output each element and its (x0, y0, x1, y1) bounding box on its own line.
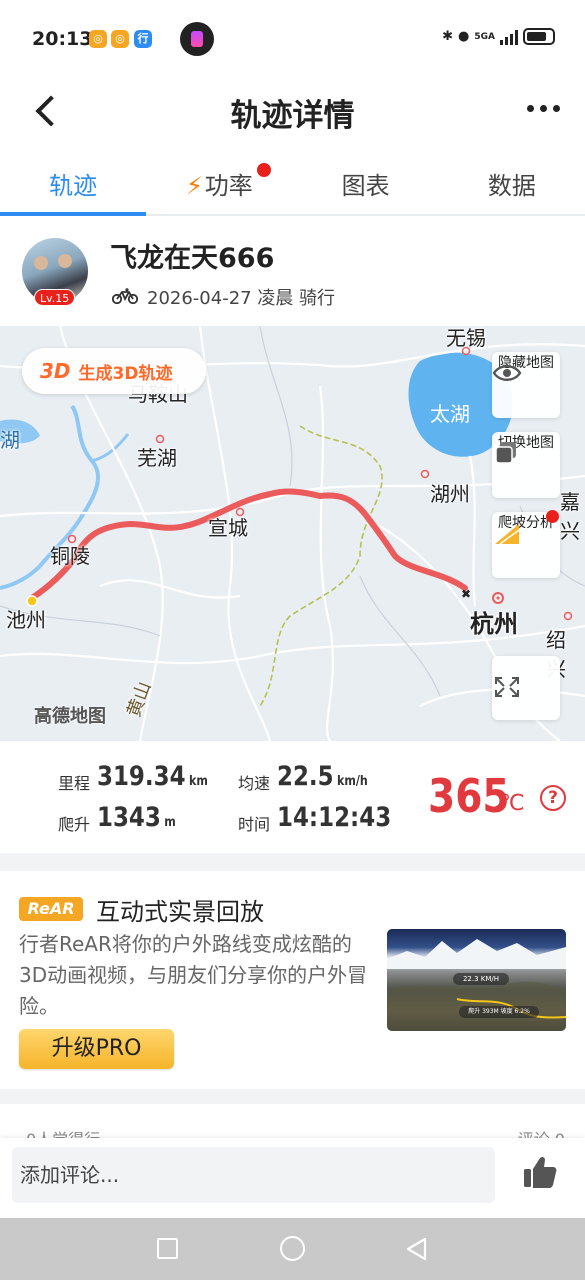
back-nav-button[interactable] (404, 1236, 430, 1262)
notification-dot (256, 163, 271, 177)
comment-bar: 添加评论... (0, 1138, 585, 1218)
status-time: 20:13 (32, 28, 93, 50)
map-label-xuancheng: 宣城 (208, 516, 248, 540)
level-badge: Lv.15 (34, 289, 76, 306)
map-label-tongling: 铜陵 (50, 544, 90, 568)
map-label-taihu: 太湖 (430, 402, 470, 426)
battery-icon (523, 28, 555, 45)
tab-label: 轨迹 (49, 172, 98, 200)
like-icon[interactable] (522, 1154, 558, 1190)
more-options-button[interactable] (523, 96, 563, 120)
avg-speed-label: 均速 (238, 774, 271, 793)
status-icons: ✱ ● 5GA (442, 28, 555, 45)
notification-dot (546, 510, 559, 523)
divider (0, 853, 585, 871)
top-app-bar: 轨迹详情 (0, 78, 585, 144)
notification-app-icon: 行 (134, 30, 152, 48)
climb-value: 1343 m (97, 802, 176, 833)
rear-preview-image[interactable]: 22.3 KM/H 爬升 393M 坡度 6.2% (387, 929, 566, 1031)
rear-title: 互动式实景回放 (96, 898, 264, 926)
time-label: 时间 (238, 815, 271, 834)
eye-icon (492, 365, 522, 381)
hide-map-button[interactable]: 隐藏地图 (492, 352, 560, 418)
tab-bar: 轨迹 ⚡功率 图表 数据 (0, 160, 585, 216)
location-icon: ● (458, 29, 470, 44)
help-icon[interactable]: ? (540, 785, 566, 811)
rear-description: 行者ReAR将你的户外路线变成炫酷的3D动画视频，与朋友们分享你的户外冒险。 (19, 932, 368, 1018)
user-name[interactable]: 飞龙在天666 (110, 236, 274, 275)
comment-input[interactable]: 添加评论... (12, 1147, 495, 1203)
home-button[interactable] (280, 1236, 305, 1261)
map-label-huzhou: 湖州 (430, 482, 470, 506)
generate-3d-track-button[interactable]: 3D 生成3D轨迹 (22, 348, 206, 394)
tab-data[interactable]: 数据 (439, 160, 585, 214)
network-type: 5GA (474, 31, 495, 42)
status-bar: 20:13 ◎ ◎ 行 ✱ ● 5GA (0, 0, 585, 78)
tab-label: 数据 (487, 172, 536, 200)
rear-promo-card[interactable]: ReAR 互动式实景回放 行者ReAR将你的户外路线变成炫酷的3D动画视频，与朋… (0, 871, 585, 1089)
page-title: 轨迹详情 (230, 98, 355, 134)
track-polyline (29, 488, 468, 601)
expand-icon (495, 677, 519, 697)
tab-label: 图表 (341, 172, 390, 200)
divider (0, 1089, 585, 1104)
notification-app-icon: ◎ (111, 30, 129, 48)
tab-track[interactable]: 轨迹 (0, 160, 147, 216)
map-label-chizhou: 池州 (6, 608, 46, 632)
3d-icon: 3D (40, 359, 71, 383)
recents-button[interactable] (157, 1238, 178, 1259)
system-nav-bar (0, 1218, 585, 1280)
map-label-hangzhou: 杭州 (470, 610, 518, 638)
layers-icon (495, 442, 516, 464)
user-info: Lv.15 飞龙在天666 2026-04-27 凌晨 骑行 (0, 226, 585, 326)
activity-meta: 2026-04-27 凌晨 骑行 (147, 288, 336, 309)
slope-icon (495, 524, 520, 545)
tab-power[interactable]: ⚡功率 (146, 160, 292, 214)
notification-app-icon: ◎ (89, 30, 107, 48)
upgrade-pro-button[interactable]: 升级PRO (19, 1029, 174, 1069)
track-stats: 里程 319.34 km 均速 22.5 km/h 爬升 1343 m 时间 14:1… (0, 741, 585, 853)
preview-speed-pill: 22.3 KM/H (453, 973, 509, 985)
avg-speed-value: 22.5 km/h (277, 761, 368, 792)
time-value: 14:12:43 (277, 802, 392, 833)
track-map[interactable]: ✖ 无锡 马鞍山 太湖 湖 芜湖 湖州 嘉兴 宣城 铜陵 池州 杭州 绍兴 黄山… (0, 326, 585, 741)
preview-info-pill: 爬升 393M 坡度 6.2% (459, 1006, 539, 1018)
tab-label: 功率 (204, 172, 253, 200)
social-row: 0人觉得行 评论 0 (0, 1104, 585, 1140)
temperature-unit: ℃ (500, 791, 525, 816)
map-label-wuxi: 无锡 (446, 326, 486, 350)
floating-app-icon[interactable] (180, 22, 214, 56)
bluetooth-icon: ✱ (442, 29, 454, 44)
distance-value: 319.34 km (97, 761, 208, 792)
map-label-hu: 湖 (0, 428, 20, 452)
svg-text:✖: ✖ (461, 587, 471, 601)
lightning-icon: ⚡ (185, 172, 203, 200)
bicycle-icon (112, 288, 138, 304)
fullscreen-button[interactable] (492, 656, 560, 720)
switch-map-button[interactable]: 切换地图 (492, 432, 560, 498)
map-label-wuhu: 芜湖 (137, 446, 177, 470)
signal-icon (500, 29, 518, 45)
rear-badge: ReAR (19, 897, 83, 921)
tab-charts[interactable]: 图表 (293, 160, 439, 214)
distance-label: 里程 (58, 774, 91, 793)
climb-label: 爬升 (58, 815, 91, 834)
map-provider-logo: 高德地图 (34, 706, 106, 727)
map-label-jiaxing: 嘉兴 (560, 490, 580, 543)
generate-3d-label: 生成3D轨迹 (78, 363, 173, 384)
temperature-value: 365 (428, 769, 510, 823)
